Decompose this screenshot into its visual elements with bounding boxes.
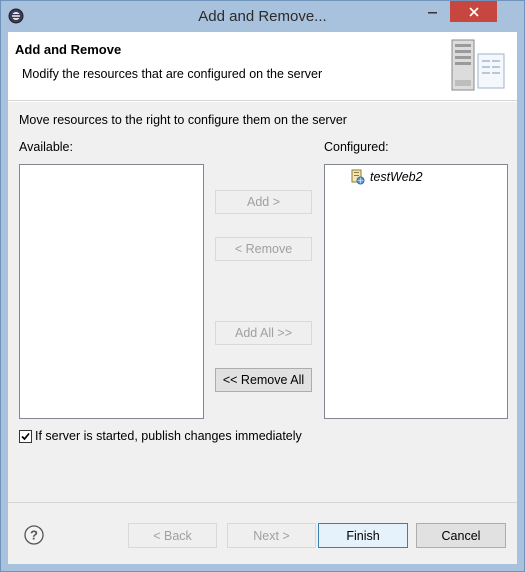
- close-button[interactable]: [450, 1, 497, 22]
- help-icon[interactable]: ?: [24, 525, 44, 545]
- page-description: Modify the resources that are configured…: [22, 67, 323, 81]
- publish-checkbox[interactable]: [19, 429, 32, 443]
- dialog-client-area: Add and Remove Modify the resources that…: [8, 32, 517, 564]
- remove-all-button[interactable]: << Remove All: [215, 368, 312, 392]
- list-item-label: testWeb2: [370, 170, 423, 184]
- finish-button[interactable]: Finish: [318, 523, 408, 548]
- configured-label: Configured:: [324, 140, 389, 154]
- list-item[interactable]: testWeb2: [349, 169, 423, 185]
- footer-separator: [8, 502, 517, 503]
- page-title: Add and Remove: [15, 42, 122, 57]
- wizard-header: Add and Remove Modify the resources that…: [8, 32, 517, 101]
- cancel-button[interactable]: Cancel: [416, 523, 506, 548]
- publish-option[interactable]: If server is started, publish changes im…: [19, 429, 302, 443]
- close-icon: [468, 6, 479, 17]
- add-all-button[interactable]: Add All >>: [215, 321, 312, 345]
- instruction-text: Move resources to the right to configure…: [19, 113, 347, 127]
- minimize-icon: [428, 11, 437, 13]
- dialog-window: Add and Remove... Add and Remove Modify …: [0, 0, 525, 572]
- svg-text:?: ?: [30, 528, 38, 543]
- remove-button[interactable]: < Remove: [215, 237, 312, 261]
- minimize-button[interactable]: [419, 1, 447, 22]
- configured-list[interactable]: testWeb2: [324, 164, 508, 419]
- next-button[interactable]: Next >: [227, 523, 316, 548]
- checkmark-icon: [21, 432, 30, 440]
- header-separator: [8, 101, 517, 102]
- available-label: Available:: [19, 140, 73, 154]
- server-wizard-icon: [451, 39, 505, 91]
- back-button[interactable]: < Back: [128, 523, 217, 548]
- add-button[interactable]: Add >: [215, 190, 312, 214]
- publish-checkbox-label: If server is started, publish changes im…: [35, 429, 302, 443]
- title-bar[interactable]: Add and Remove...: [1, 1, 524, 32]
- available-list[interactable]: [19, 164, 204, 419]
- web-module-icon: [351, 169, 365, 185]
